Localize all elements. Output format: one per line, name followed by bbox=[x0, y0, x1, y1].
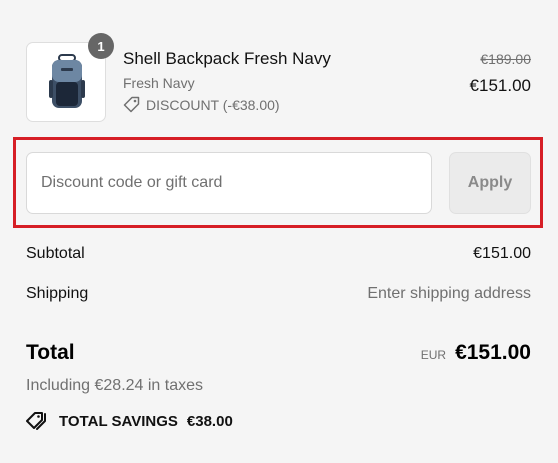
total-label: Total bbox=[26, 341, 75, 364]
quantity-badge: 1 bbox=[88, 33, 114, 59]
apply-button[interactable]: Apply bbox=[449, 152, 531, 214]
tax-note: Including €28.24 in taxes bbox=[26, 377, 204, 394]
product-name: Shell Backpack Fresh Navy bbox=[123, 49, 331, 68]
shipping-label: Shipping bbox=[26, 285, 89, 302]
line-discount-label: DISCOUNT (-€38.00) bbox=[146, 96, 280, 113]
original-price: €189.00 bbox=[480, 51, 531, 67]
tags-icon bbox=[26, 412, 46, 430]
subtotal-value: €151.00 bbox=[473, 245, 531, 262]
currency-code: EUR bbox=[420, 348, 447, 362]
total-savings: TOTAL SAVINGS €38.00 bbox=[26, 411, 233, 431]
discounted-price: €151.00 bbox=[469, 76, 531, 95]
backpack-icon bbox=[49, 54, 85, 108]
line-discount: DISCOUNT (-€38.00) bbox=[123, 96, 280, 113]
savings-label: TOTAL SAVINGS bbox=[59, 412, 178, 430]
product-variant: Fresh Navy bbox=[123, 75, 195, 91]
tag-icon bbox=[123, 96, 140, 113]
savings-value: €38.00 bbox=[186, 412, 233, 430]
discount-code-input[interactable] bbox=[26, 152, 432, 214]
total-amount: EUR €151.00 bbox=[421, 341, 531, 365]
subtotal-label: Subtotal bbox=[26, 245, 85, 262]
shipping-value: Enter shipping address bbox=[367, 285, 531, 302]
order-summary: 1 Shell Backpack Fresh Navy Fresh Navy D… bbox=[0, 0, 558, 463]
total-value: €151.00 bbox=[455, 341, 531, 364]
